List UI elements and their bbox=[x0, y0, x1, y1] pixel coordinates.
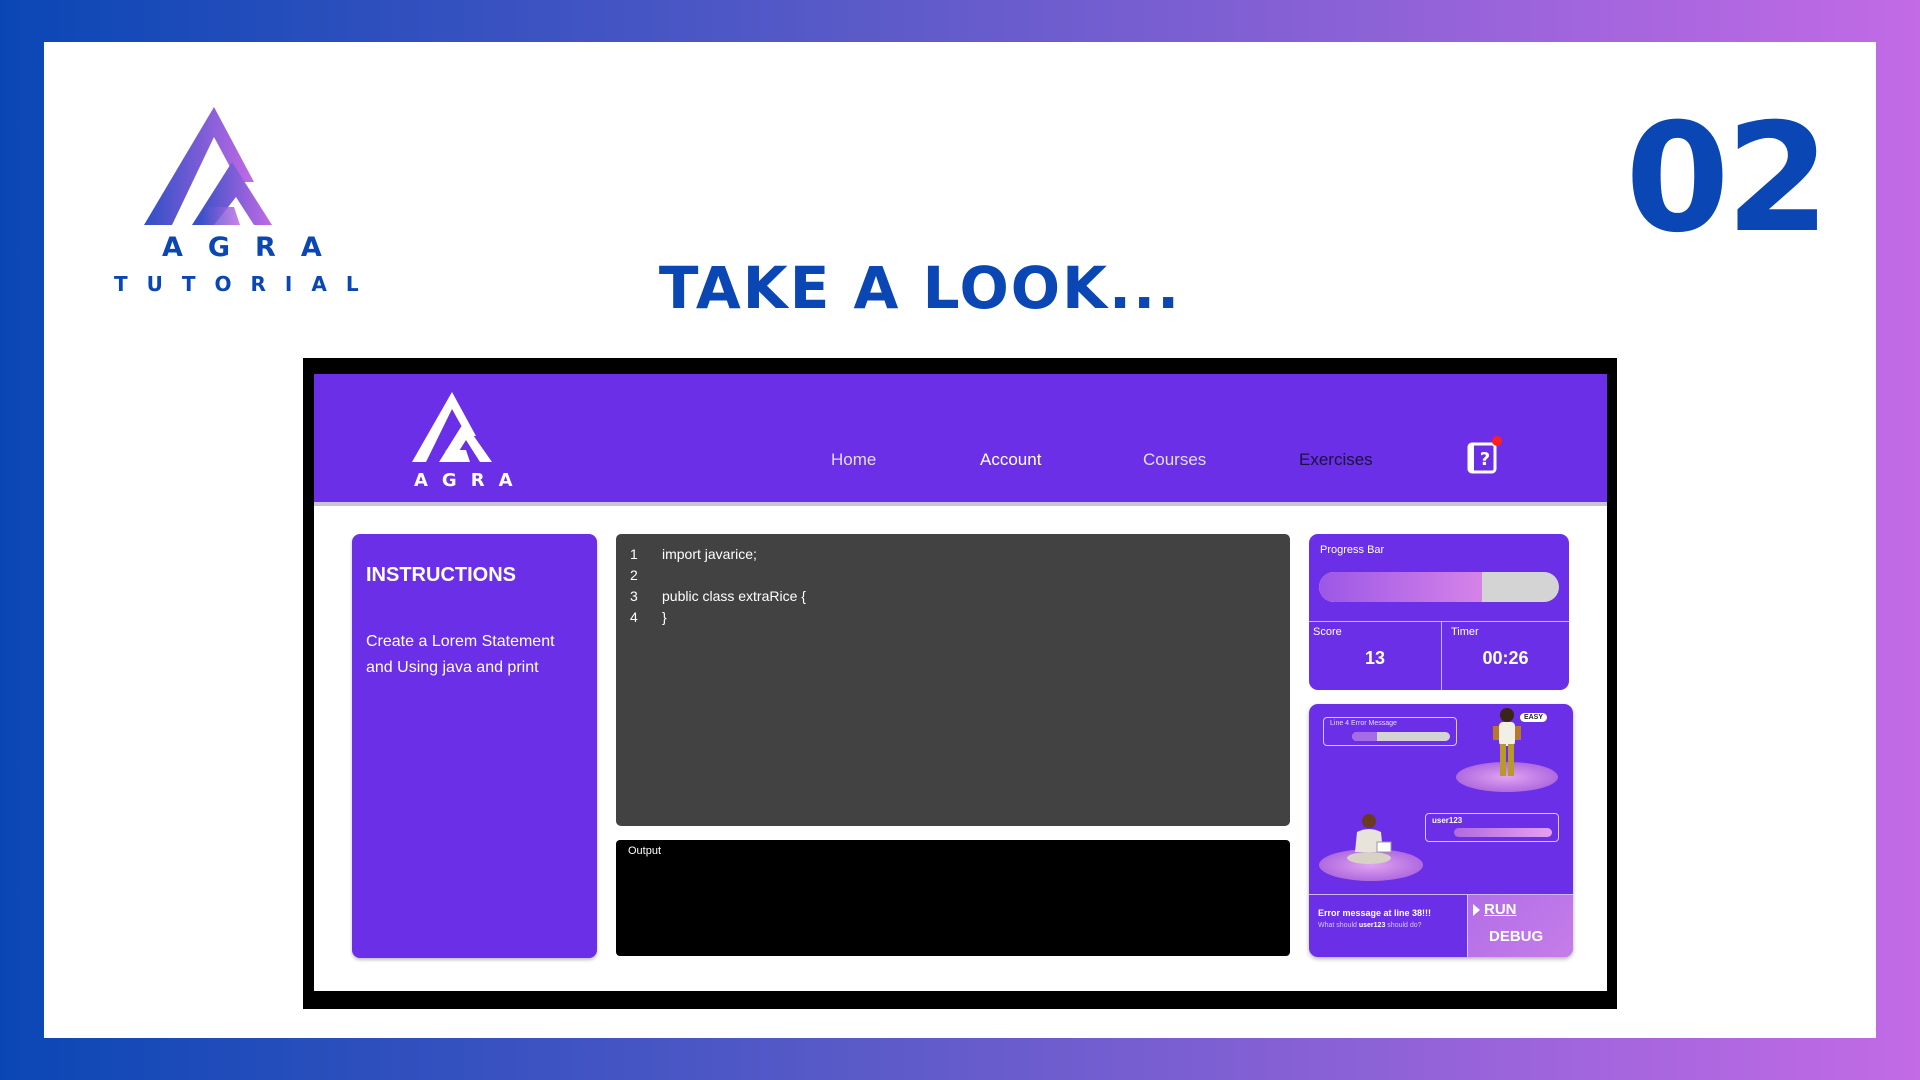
code-editor[interactable]: 1 import javarice; 2 3 public class extr… bbox=[616, 534, 1290, 826]
play-arrow-icon bbox=[1473, 904, 1480, 916]
slide: AGRA TUTORIAL 02 TAKE A LOOK... AGRA Hom… bbox=[44, 42, 1876, 1038]
hint-prefix: What should bbox=[1318, 922, 1357, 929]
score-label: Score bbox=[1313, 626, 1342, 638]
error-hint: What should user123 should do? bbox=[1318, 922, 1422, 929]
progress-label: Progress Bar bbox=[1320, 544, 1385, 556]
hint-suffix: should do? bbox=[1387, 922, 1422, 929]
standing-character-icon bbox=[1493, 708, 1521, 776]
code-line: 3 public class extraRice { bbox=[630, 586, 1276, 607]
nav-home[interactable]: Home bbox=[831, 450, 876, 470]
svg-text:?: ? bbox=[1480, 449, 1490, 470]
code-line: 4 } bbox=[630, 607, 1276, 628]
nav-account[interactable]: Account bbox=[980, 450, 1041, 470]
error-message: Error message at line 38!!! bbox=[1318, 908, 1432, 918]
code-text: import javarice; bbox=[662, 546, 757, 562]
instructions-panel: INSTRUCTIONS Create a Lorem Statement an… bbox=[352, 534, 597, 958]
line-number: 2 bbox=[630, 567, 638, 583]
slide-number: 02 bbox=[1625, 92, 1830, 266]
error-message-box: Line 4 Error Message bbox=[1323, 717, 1457, 746]
help-button[interactable]: ? bbox=[1466, 436, 1502, 474]
user-bar bbox=[1454, 828, 1552, 837]
output-label: Output bbox=[628, 845, 662, 857]
game-footer: Error message at line 38!!! What should … bbox=[1309, 894, 1573, 957]
progress-bar bbox=[1319, 572, 1559, 602]
agra-white-logo-icon bbox=[412, 392, 492, 462]
sitting-character-icon bbox=[1347, 814, 1392, 864]
app-mockup-frame: AGRA Home Account Courses Exercises ? IN… bbox=[303, 358, 1617, 1009]
error-bar-fill bbox=[1352, 732, 1377, 741]
divider bbox=[1309, 621, 1569, 622]
run-debug-panel: RUN DEBUG bbox=[1467, 895, 1573, 957]
line-number: 3 bbox=[630, 588, 638, 604]
app-header: AGRA Home Account Courses Exercises ? bbox=[314, 374, 1607, 506]
user-label: user123 bbox=[1432, 816, 1463, 825]
run-button[interactable]: RUN bbox=[1484, 901, 1517, 918]
debug-button[interactable]: DEBUG bbox=[1489, 928, 1543, 945]
code-text: public class extraRice { bbox=[662, 588, 806, 604]
code-text: } bbox=[662, 609, 667, 625]
error-box-label: Line 4 Error Message bbox=[1330, 720, 1397, 727]
stats-panel: Progress Bar Score Timer 13 00:26 bbox=[1309, 534, 1569, 690]
nav-exercises[interactable]: Exercises bbox=[1299, 450, 1373, 470]
slide-title: TAKE A LOOK... bbox=[658, 254, 1182, 322]
nav-courses[interactable]: Courses bbox=[1143, 450, 1206, 470]
user-status-box: user123 bbox=[1425, 813, 1559, 842]
instructions-title: INSTRUCTIONS bbox=[366, 564, 516, 586]
notification-dot bbox=[1492, 436, 1502, 446]
hint-user: user123 bbox=[1358, 922, 1386, 929]
app-logo-name: AGRA bbox=[414, 470, 527, 491]
code-line: 1 import javarice; bbox=[630, 544, 1276, 565]
agra-triangle-logo-icon bbox=[144, 107, 272, 225]
instructions-text: Create a Lorem Statement and Using java … bbox=[366, 633, 555, 676]
line-number: 1 bbox=[630, 546, 638, 562]
code-line: 2 bbox=[630, 565, 1276, 586]
game-panel: Line 4 Error Message EASY user123 Error … bbox=[1309, 704, 1573, 957]
timer-label: Timer bbox=[1451, 626, 1479, 638]
timer-value: 00:26 bbox=[1482, 648, 1529, 668]
progress-bar-fill bbox=[1319, 572, 1483, 602]
output-console: Output bbox=[616, 840, 1290, 956]
error-bar bbox=[1352, 732, 1450, 741]
app-window: AGRA Home Account Courses Exercises ? IN… bbox=[314, 374, 1607, 991]
line-number: 4 bbox=[630, 609, 638, 625]
score-value: 13 bbox=[1364, 648, 1386, 668]
